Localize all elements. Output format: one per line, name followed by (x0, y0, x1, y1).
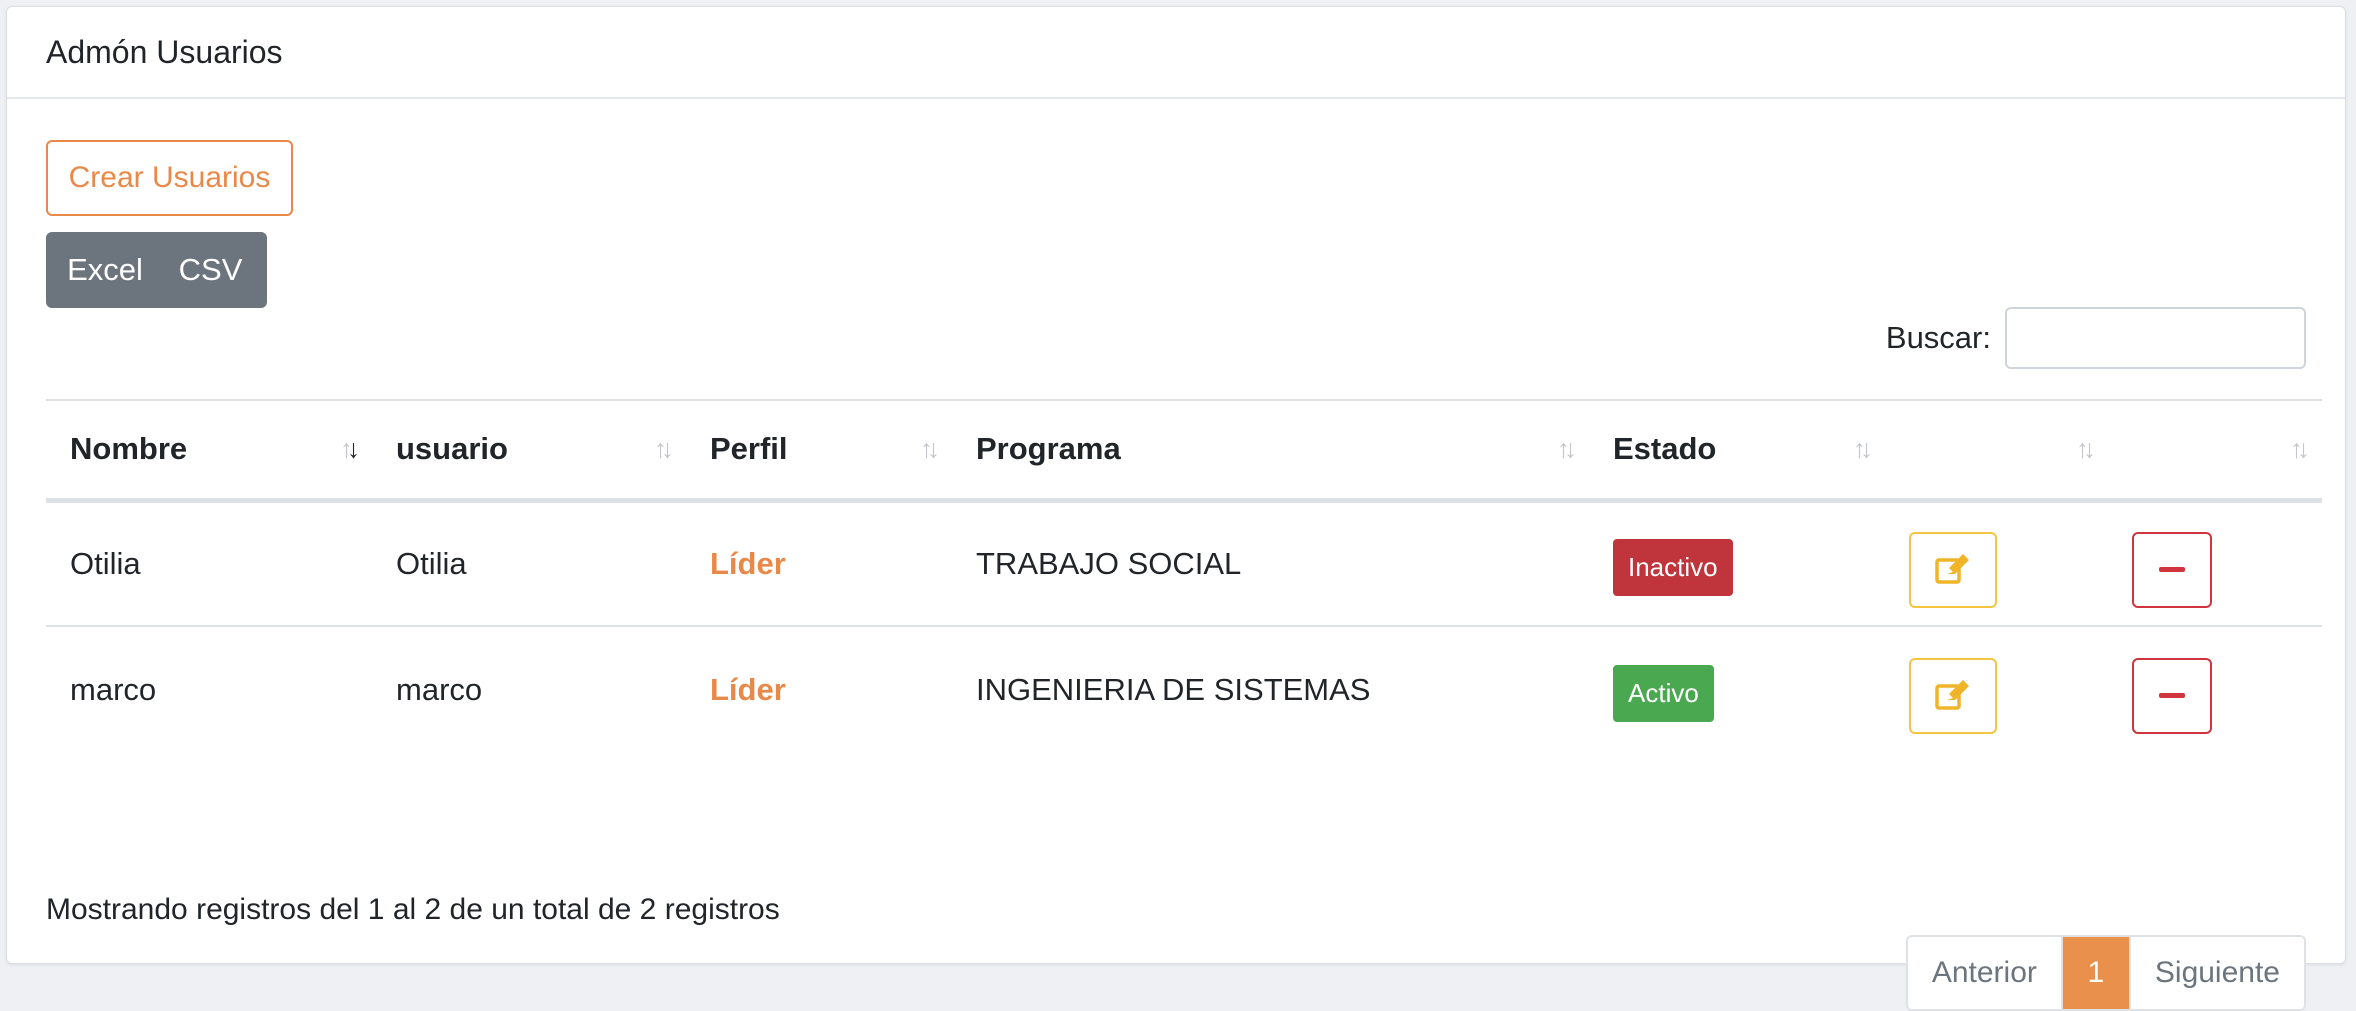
users-table: Nombre ↑↓ usuario ↑↓ Perfil ↑↓ Programa … (46, 399, 2322, 752)
next-page-button[interactable]: Siguiente (2128, 937, 2304, 1009)
edit-button[interactable] (1909, 657, 1997, 734)
excel-export-button[interactable]: Excel (46, 232, 164, 308)
column-header-label: Programa (976, 431, 1121, 467)
column-header-label: usuario (396, 431, 508, 467)
cell-usuario: Otilia (396, 545, 467, 581)
sort-arrows-icon: ↑↓ (654, 433, 674, 464)
csv-export-button[interactable]: CSV (164, 232, 267, 308)
table-row: Otilia Otilia Líder TRABAJO SOCIAL Inact… (46, 500, 2322, 626)
table-header-row: Nombre ↑↓ usuario ↑↓ Perfil ↑↓ Programa … (46, 400, 2322, 500)
cell-nombre: marco (70, 671, 157, 707)
edit-button[interactable] (1909, 531, 1997, 608)
sort-arrows-icon: ↑↓ (1853, 433, 1873, 464)
minus-icon (2159, 693, 2185, 698)
cell-perfil: Líder (710, 671, 786, 707)
cell-programa: TRABAJO SOCIAL (976, 545, 1242, 581)
cell-nombre: Otilia (70, 545, 141, 581)
sort-arrows-icon: ↑↓ (920, 433, 940, 464)
column-header-usuario[interactable]: usuario ↑↓ (372, 400, 686, 500)
cell-estado: Activo (1589, 626, 1885, 752)
export-button-group: Excel CSV (46, 232, 267, 308)
status-badge: Inactivo (1613, 539, 1733, 597)
cell-perfil: Líder (710, 545, 786, 581)
sort-arrows-icon: ↑↓ (2290, 433, 2310, 464)
delete-button[interactable] (2132, 531, 2212, 608)
cell-usuario: marco (396, 671, 483, 707)
column-header-label: Nombre (70, 431, 188, 467)
search-box: Buscar: (1886, 307, 2306, 369)
pencil-square-icon (1935, 553, 1969, 584)
column-header-estado[interactable]: Estado ↑↓ (1589, 400, 1885, 500)
card-header: Admón Usuarios (7, 7, 2345, 99)
table-info-text: Mostrando registros del 1 al 2 de un tot… (46, 893, 780, 926)
cell-estado: Inactivo (1589, 500, 1885, 626)
column-header-label: Perfil (710, 431, 788, 467)
page-1-button[interactable]: 1 (2062, 937, 2129, 1009)
column-header-delete[interactable]: ↑↓ (2108, 400, 2322, 500)
page-title: Admón Usuarios (46, 33, 283, 70)
search-input[interactable] (2005, 307, 2306, 369)
status-badge: Activo (1613, 665, 1714, 722)
search-label: Buscar: (1885, 320, 1991, 355)
column-header-programa[interactable]: Programa ↑↓ (952, 400, 1589, 500)
pencil-square-icon (1935, 679, 1969, 710)
table-row: marco marco Líder INGENIERIA DE SISTEMAS… (46, 626, 2322, 752)
column-header-nombre[interactable]: Nombre ↑↓ (46, 400, 372, 500)
cell-delete (2108, 500, 2322, 626)
column-header-perfil[interactable]: Perfil ↑↓ (686, 400, 952, 500)
column-header-edit[interactable]: ↑↓ (1885, 400, 2108, 500)
sort-arrows-icon: ↑↓ (2076, 433, 2096, 464)
column-header-label: Estado (1613, 431, 1717, 467)
previous-page-button[interactable]: Anterior (1907, 937, 2063, 1009)
cell-delete (2108, 626, 2322, 752)
pagination: Anterior 1 Siguiente (1905, 935, 2306, 1011)
delete-button[interactable] (2132, 657, 2212, 734)
create-users-button[interactable]: Crear Usuarios (46, 140, 293, 216)
cell-programa: INGENIERIA DE SISTEMAS (976, 671, 1371, 707)
sort-arrows-icon: ↑↓ (1557, 433, 1577, 464)
users-card: Admón Usuarios Crear Usuarios Excel CSV … (6, 6, 2346, 1011)
sort-arrows-icon: ↑↓ (340, 433, 360, 464)
minus-icon (2159, 567, 2185, 573)
cell-edit (1885, 626, 2108, 752)
cell-edit (1885, 500, 2108, 626)
